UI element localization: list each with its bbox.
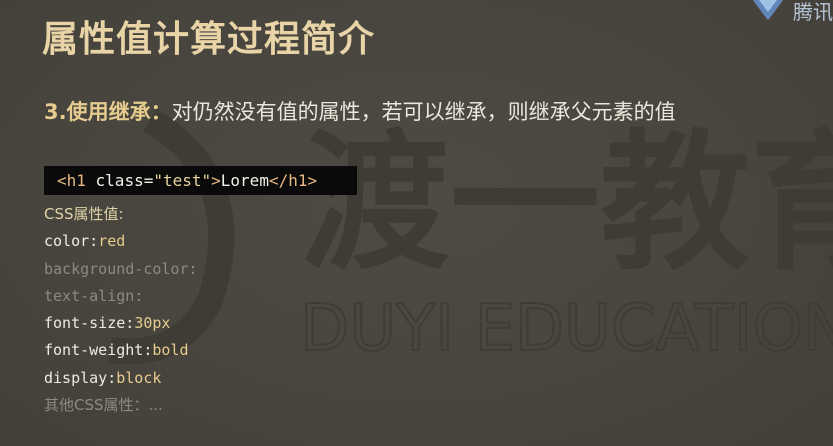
property-row-background-color: background-color: bbox=[44, 258, 198, 285]
code-sample: <h1 class="test">Lorem</h1> bbox=[44, 166, 357, 195]
css-property-list: CSS属性值: color:red background-color: text… bbox=[44, 203, 198, 421]
brand-logo-icon bbox=[753, 0, 783, 20]
property-list-header: CSS属性值: bbox=[44, 205, 124, 223]
more-properties-note: 其他CSS属性：... bbox=[44, 396, 163, 415]
code-attr: class= bbox=[85, 171, 154, 190]
property-name: text-align: bbox=[44, 286, 144, 305]
slide-subtitle: 3.使用继承：对仍然没有值的属性，若可以继承，则继承父元素的值 bbox=[44, 96, 676, 126]
code-text: Lorem bbox=[220, 171, 269, 190]
slide-title: 属性值计算过程简介 bbox=[42, 19, 376, 60]
property-value: 30px bbox=[134, 314, 171, 333]
property-name: font-size: bbox=[44, 314, 135, 333]
subtitle-text: 对仍然没有值的属性，若可以继承，则继承父元素的值 bbox=[171, 100, 676, 124]
code-close-bracket: > bbox=[211, 171, 221, 190]
property-name: font-weight: bbox=[44, 341, 153, 360]
brand-logo-text: 腾讯 bbox=[793, 0, 833, 24]
property-row-text-align: text-align: bbox=[44, 285, 198, 312]
property-row-display: display:block bbox=[44, 367, 198, 394]
property-row-font-weight: font-weight:bold bbox=[44, 339, 198, 366]
subtitle-step-label: 3.使用继承： bbox=[44, 100, 172, 124]
property-name: display: bbox=[44, 368, 117, 387]
property-name: color: bbox=[44, 232, 99, 251]
property-value: red bbox=[98, 232, 126, 251]
brand-logo: 腾讯 bbox=[749, 0, 833, 24]
property-value: block bbox=[116, 368, 162, 387]
code-open-tag: <h1 bbox=[57, 171, 86, 190]
code-attr-value: "test" bbox=[153, 171, 212, 190]
code-end-tag: </h1> bbox=[268, 171, 318, 190]
property-name: background-color: bbox=[44, 259, 198, 278]
property-row-color: color:red bbox=[44, 230, 198, 257]
property-value: bold bbox=[152, 341, 189, 360]
property-row-font-size: font-size:30px bbox=[44, 312, 198, 339]
